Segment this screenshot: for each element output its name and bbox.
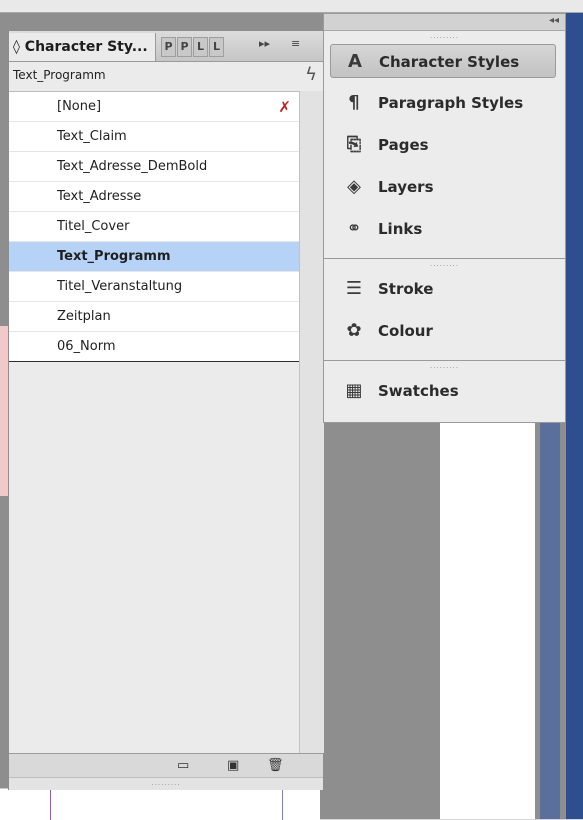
style-row-label: Text_Programm [57, 249, 171, 264]
dock-group-separator [324, 360, 565, 361]
dock-item-layers[interactable]: ◈ Layers [330, 170, 556, 204]
document-page [440, 420, 535, 819]
tab-paragraph-styles[interactable]: P [161, 37, 176, 57]
dock-item-stroke[interactable]: ☰ Stroke [330, 272, 556, 306]
style-row-label: Text_Claim [57, 129, 127, 144]
dock-group-separator [324, 258, 565, 259]
current-style-bar: Text_Programm ϟ [9, 62, 323, 90]
panel-dock: ◂◂ ......... A Character Styles ¶ Paragraph … [323, 13, 566, 423]
style-row-label: [None] [57, 99, 102, 114]
style-row[interactable]: Text_Adresse [9, 182, 299, 212]
current-style-label: Text_Programm [13, 68, 106, 82]
no-edit-icon: ✗ [278, 98, 291, 116]
document-page-bottom [0, 788, 320, 820]
trash-icon[interactable]: 🗑 [267, 758, 284, 773]
dock-item-character-styles[interactable]: A Character Styles [330, 44, 556, 78]
style-row-label: Zeitplan [57, 309, 111, 324]
dock-item-label: Swatches [378, 382, 459, 400]
dock-item-label: Paragraph Styles [378, 94, 524, 112]
list-empty-area [9, 362, 299, 755]
panel-tab-bar: ◊ Character Sty... P P L L ▸▸ ≡ [9, 31, 323, 62]
dock-item-label: Pages [378, 136, 429, 154]
style-row[interactable]: Text_Programm [9, 242, 299, 272]
style-row[interactable]: Titel_Cover [9, 212, 299, 242]
guide-line [50, 789, 51, 820]
new-style-icon[interactable]: ▣ [227, 758, 239, 773]
style-row-label: Text_Adresse_DemBold [57, 159, 208, 174]
document-edge [566, 0, 583, 819]
style-row[interactable]: Text_Adresse_DemBold [9, 152, 299, 182]
tab-links[interactable]: L [209, 37, 224, 57]
style-row-label: Titel_Cover [57, 219, 130, 234]
dock-item-label: Links [378, 220, 423, 238]
dock-item-paragraph-styles[interactable]: ¶ Paragraph Styles [330, 86, 556, 120]
links-icon: ⚭ [346, 218, 362, 239]
dock-item-label: Layers [378, 178, 434, 196]
style-row[interactable]: Titel_Veranstaltung [9, 272, 299, 302]
style-row-label: Text_Adresse [57, 189, 142, 204]
dock-item-colour[interactable]: ✿ Colour [330, 314, 556, 348]
swatches-icon: ▦ [345, 380, 363, 401]
style-row-label: Titel_Veranstaltung [57, 279, 183, 294]
character-styles-icon: A [348, 51, 362, 72]
collapse-icon[interactable]: ◂◂ [549, 15, 559, 26]
document-strip [0, 326, 8, 496]
tab-pages[interactable]: P [177, 37, 192, 57]
style-row-label: 06_Norm [57, 339, 116, 354]
dock-item-label: Colour [378, 322, 433, 340]
style-row[interactable]: Text_Claim [9, 122, 299, 152]
folder-icon[interactable]: ▭ [177, 758, 189, 773]
tab-character-styles[interactable]: ◊ Character Sty... [9, 33, 156, 61]
colour-icon: ✿ [346, 320, 362, 341]
tab-layers[interactable]: L [193, 37, 208, 57]
stroke-icon: ☰ [345, 278, 363, 299]
top-toolbar [0, 0, 583, 13]
panel-footer: ▭ ▣ 🗑 [9, 753, 323, 778]
dock-group-grip[interactable]: ......... [324, 260, 565, 268]
dock-item-swatches[interactable]: ▦ Swatches [330, 374, 556, 408]
scrollbar[interactable] [299, 91, 324, 753]
dock-item-pages[interactable]: ⎘ Pages [330, 128, 556, 162]
dock-group-grip[interactable]: ......... [324, 32, 565, 40]
dock-header: ◂◂ [324, 14, 565, 31]
guide-line [282, 789, 283, 820]
pages-icon: ⎘ [346, 134, 362, 155]
more-tabs-icon[interactable]: ▸▸ [259, 37, 270, 50]
resize-grip[interactable]: ......... [9, 777, 323, 790]
dock-item-label: Character Styles [379, 53, 520, 71]
style-row[interactable]: 06_Norm [9, 332, 299, 362]
panel-menu-icon[interactable]: ≡ [291, 37, 300, 50]
dock-group-grip[interactable]: ......... [324, 362, 565, 370]
style-list: [None] ✗ Text_Claim Text_Adresse_DemBold Tex… [9, 91, 299, 362]
quick-apply-icon[interactable]: ϟ [305, 64, 317, 85]
style-row[interactable]: [None] ✗ [9, 92, 299, 122]
paragraph-styles-icon: ¶ [348, 92, 360, 113]
document-gutter [540, 415, 560, 819]
character-styles-panel: ◊ Character Sty... P P L L ▸▸ ≡ Text_Pro… [8, 30, 324, 790]
dock-item-links[interactable]: ⚭ Links [330, 212, 556, 246]
layers-icon: ◈ [347, 176, 361, 197]
dock-item-label: Stroke [378, 280, 434, 298]
style-row[interactable]: Zeitplan [9, 302, 299, 332]
